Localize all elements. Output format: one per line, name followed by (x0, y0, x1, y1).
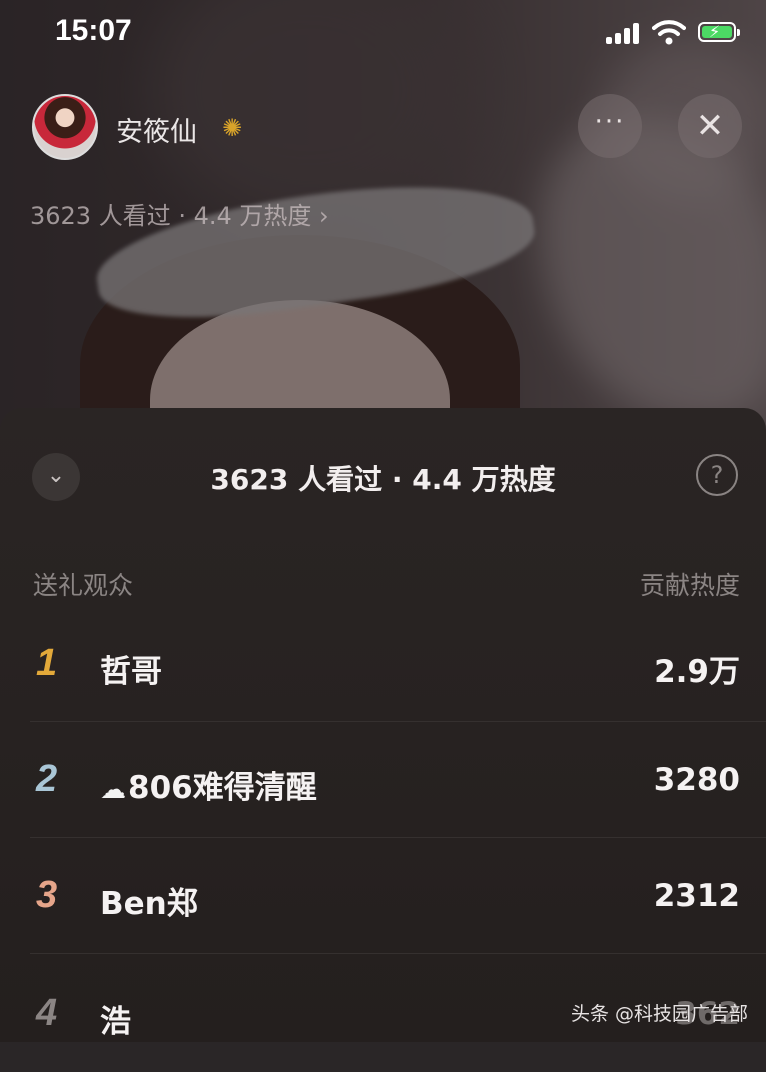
heat-value: 2312 (653, 878, 740, 914)
more-button[interactable]: ··· (578, 94, 642, 158)
cloud-icon: ☁ (100, 775, 126, 805)
viewer-name: 哲哥 (100, 654, 162, 690)
host-avatar[interactable] (32, 94, 98, 160)
rank-number: 3 (36, 874, 58, 916)
verified-badge-icon: ✺ (222, 114, 243, 142)
viewer-name: Ben郑 (100, 886, 198, 922)
column-header-heat: 贡献热度 (639, 571, 740, 600)
help-icon[interactable]: ? (696, 454, 738, 496)
gift-ranking-sheet: ⌄ 3623 人看过 · 4.4 万热度 ? 送礼观众 贡献热度 1 哲哥 2.… (0, 408, 766, 1042)
host-name[interactable]: 安筱仙 (116, 110, 197, 149)
rank-number: 4 (36, 992, 58, 1034)
battery-charging-icon: ⚡ (698, 22, 740, 42)
viewer-name-wrap: ☁806难得清醒 (100, 762, 317, 807)
list-item[interactable]: 1 哲哥 2.9万 (0, 608, 766, 722)
rank-number: 2 (36, 758, 58, 800)
heat-value: 2.9万 (654, 654, 740, 690)
rank-number: 1 (36, 642, 58, 684)
heat-value: 3280 (653, 762, 740, 798)
column-header-viewers: 送礼观众 (33, 571, 134, 600)
viewer-name: 806难得清醒 (128, 770, 317, 806)
watermark: 头条 @科技园广告部 (570, 1003, 748, 1025)
wifi-icon (652, 20, 686, 45)
close-button[interactable]: ✕ (678, 94, 742, 158)
stream-stats[interactable]: 3623 人看过 · 4.4 万热度 › (30, 196, 329, 231)
list-item[interactable]: 2 ☁806难得清醒 3280 (0, 724, 766, 838)
status-bar: 15:07 ⚡ (0, 0, 766, 70)
cellular-signal-icon (606, 22, 640, 44)
status-time: 15:07 (55, 14, 132, 47)
list-item[interactable]: 3 Ben郑 2312 (0, 840, 766, 954)
sheet-title: 3623 人看过 · 4.4 万热度 (210, 463, 556, 496)
viewer-name: 浩 (100, 1004, 131, 1040)
